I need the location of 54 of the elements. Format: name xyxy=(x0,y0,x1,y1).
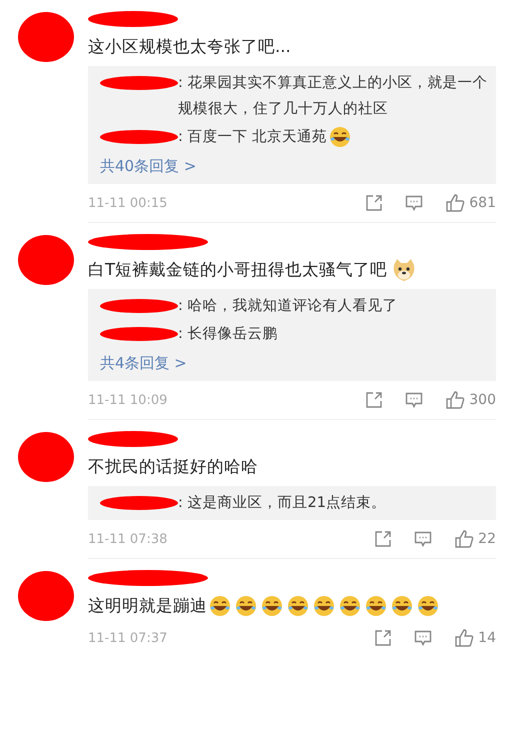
timestamp: 11-11 00:15 xyxy=(88,196,168,210)
comment-icon xyxy=(414,629,432,647)
share-icon xyxy=(374,629,392,647)
comment-button[interactable] xyxy=(414,530,432,548)
laughing-face-icon xyxy=(365,595,387,617)
share-icon xyxy=(374,530,392,548)
reply-text: : 长得像岳云鹏 xyxy=(178,325,278,344)
comment-text: 不扰民的话挺好的哈哈 xyxy=(88,456,259,478)
timestamp: 11-11 07:38 xyxy=(88,532,168,546)
reply-text: : 这是商业区，而且21点结束。 xyxy=(178,494,387,513)
share-button[interactable] xyxy=(365,391,384,409)
comment-button[interactable] xyxy=(405,194,424,212)
comment-button[interactable] xyxy=(405,391,424,409)
comment-icon xyxy=(405,194,424,212)
timestamp: 11-11 07:37 xyxy=(88,630,168,646)
laughing-face-icon xyxy=(261,595,283,617)
comment-text: 这明明就是蹦迪 xyxy=(88,593,496,619)
thumbs-up-icon xyxy=(445,390,466,410)
reply-text: : 百度一下 北京天通苑 xyxy=(178,124,488,150)
reply-text: : 花果园其实不算真正意义上的小区，就是一个规模很大，住了几十万人的社区 xyxy=(178,74,488,119)
share-icon xyxy=(365,391,384,409)
redaction-mark xyxy=(18,571,74,621)
comment-text: 白T短裤戴金链的小哥扭得也太骚气了吧 xyxy=(88,257,496,283)
laughing-face-icon xyxy=(235,595,257,617)
thumbs-up-icon xyxy=(454,529,474,549)
laughing-face-icon xyxy=(339,595,361,617)
timestamp: 11-11 10:09 xyxy=(88,392,168,408)
comment-icon xyxy=(405,391,424,409)
dog-face-icon xyxy=(391,257,418,283)
laughing-face-icon xyxy=(329,126,352,148)
comment-icon xyxy=(414,530,432,548)
laughing-face-icon xyxy=(417,595,439,617)
more-replies-link[interactable]: 共40条回复 > xyxy=(100,152,488,180)
like-button[interactable]: 300 xyxy=(445,390,496,410)
laughing-face-icon xyxy=(313,595,335,617)
comment-button[interactable] xyxy=(414,629,432,647)
share-button[interactable] xyxy=(374,530,392,548)
thumbs-up-icon xyxy=(454,628,474,648)
laughing-face-icon xyxy=(391,595,413,617)
redaction-mark xyxy=(18,235,74,285)
redaction-mark xyxy=(18,432,74,482)
laughing-face-icon xyxy=(287,595,309,617)
share-icon xyxy=(365,194,384,212)
reply-text: : 哈哈，我就知道评论有人看见了 xyxy=(178,297,398,316)
share-button[interactable] xyxy=(374,629,392,647)
more-replies-link[interactable]: 共4条回复 > xyxy=(100,349,488,377)
like-button[interactable]: 681 xyxy=(445,193,496,213)
comment-text: 这小区规模也太夸张了吧... xyxy=(88,36,292,58)
thumbs-up-icon xyxy=(445,193,466,213)
redaction-mark xyxy=(18,12,74,62)
like-button[interactable]: 14 xyxy=(454,628,496,648)
laughing-face-icon xyxy=(209,595,231,617)
share-button[interactable] xyxy=(365,194,384,212)
like-button[interactable]: 22 xyxy=(454,529,496,549)
